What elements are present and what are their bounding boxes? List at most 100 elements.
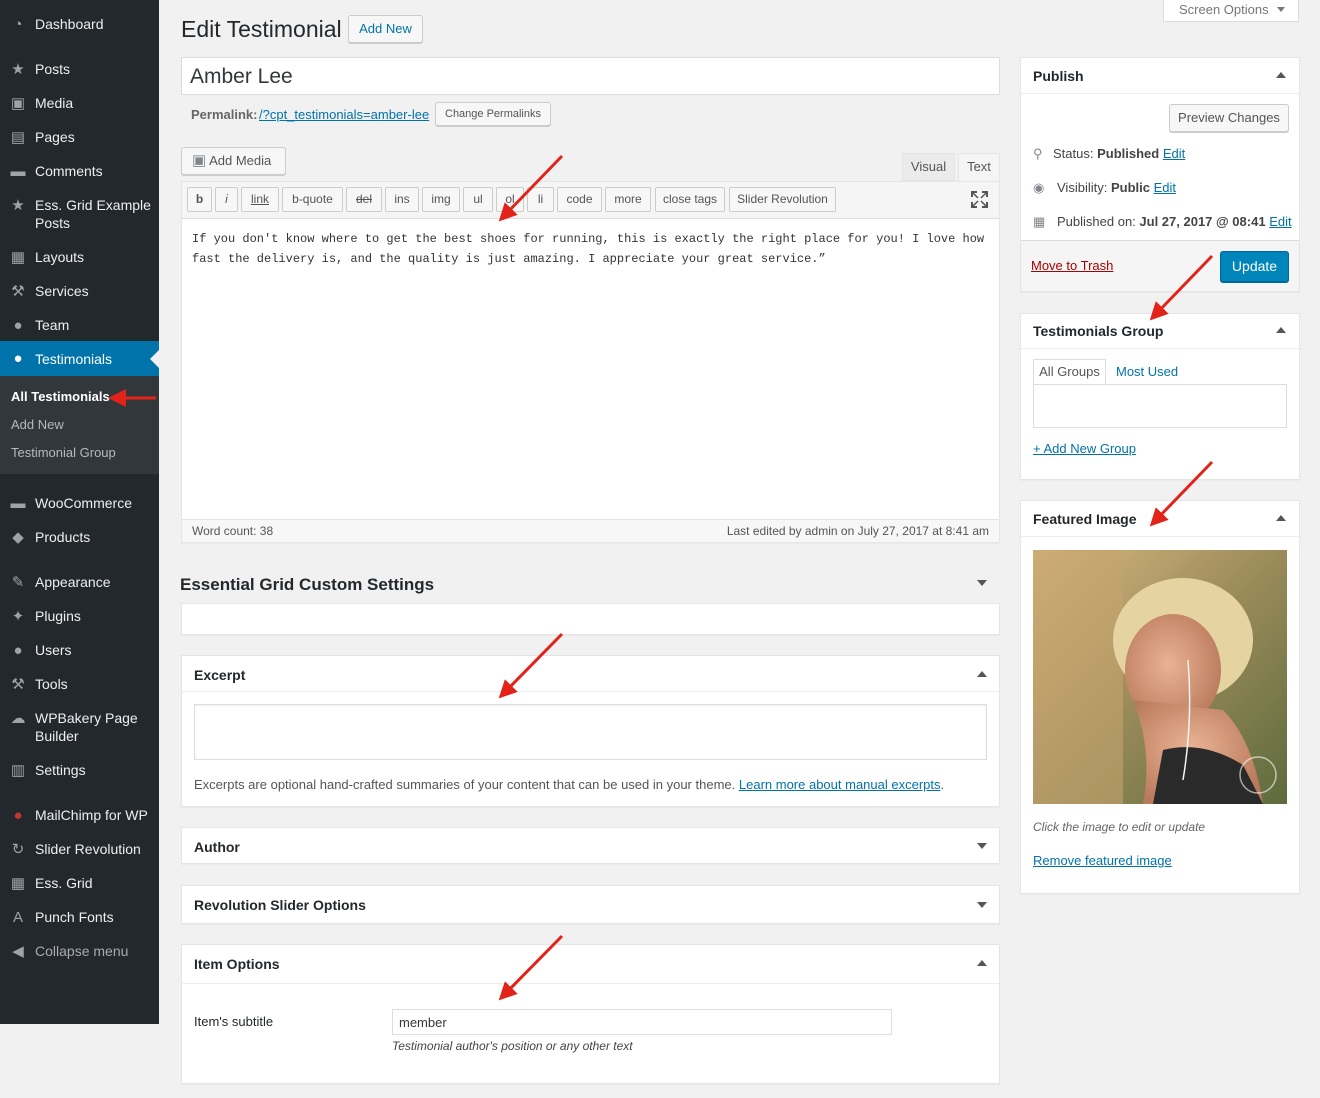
item-subtitle-input[interactable]: member <box>392 1009 892 1035</box>
menu-testimonials[interactable]: ● Testimonials <box>0 341 159 376</box>
add-new-button[interactable]: Add New <box>348 15 423 43</box>
box-icon: ◆ <box>12 529 24 546</box>
qt-ins-button[interactable]: ins <box>385 187 419 212</box>
excerpt-textarea[interactable] <box>194 704 987 760</box>
menu-tools[interactable]: ⚒ Tools <box>0 675 159 695</box>
page-title: Edit Testimonial <box>181 16 342 42</box>
menu-ess-grid-example-posts[interactable]: ★ Ess. Grid Example Posts <box>0 196 159 236</box>
menu-posts[interactable]: ★ Posts <box>0 60 159 80</box>
qt-close-tags-button[interactable]: close tags <box>655 187 725 212</box>
revolution-slider-title: Revolution Slider Options <box>194 897 366 913</box>
divider <box>1021 536 1299 537</box>
qt-bold-button[interactable]: b <box>187 187 212 212</box>
menu-team[interactable]: ● Team <box>0 316 159 336</box>
tab-most-used[interactable]: Most Used <box>1116 364 1178 379</box>
permalink-link[interactable]: /?cpt_testimonials=amber-lee <box>259 107 429 122</box>
calendar-icon: ▦ <box>1033 214 1046 229</box>
menu-label: Plugins <box>35 608 81 624</box>
menu-slider-revolution[interactable]: ↻ Slider Revolution <box>0 840 159 860</box>
menu-label: Settings <box>35 762 86 778</box>
qt-link-button[interactable]: link <box>241 187 279 212</box>
menu-ess-grid[interactable]: ▦ Ess. Grid <box>0 874 159 894</box>
wrench-icon: ⚒ <box>11 676 25 693</box>
screen-options-button[interactable]: Screen Options <box>1163 0 1299 22</box>
divider <box>1021 93 1299 94</box>
preview-changes-button[interactable]: Preview Changes <box>1169 104 1289 132</box>
author-title: Author <box>194 839 240 855</box>
menu-wpbakery[interactable]: ☁ WPBakery Page Builder <box>0 709 159 749</box>
status-row: ⚲ Status: Published Edit <box>1033 146 1185 162</box>
move-to-trash-link[interactable]: Move to Trash <box>1031 258 1113 273</box>
fullscreen-icon[interactable] <box>971 191 988 208</box>
group-checklist[interactable] <box>1033 384 1287 428</box>
toggle-arrow-icon[interactable] <box>1276 327 1286 333</box>
add-media-button[interactable]: ▣ Add Media <box>181 147 286 175</box>
word-count: Word count: 38 <box>192 524 274 538</box>
add-media-label: Add Media <box>209 153 272 168</box>
toggle-arrow-icon[interactable] <box>977 902 987 908</box>
excerpt-learn-more-link[interactable]: Learn more about manual excerpts <box>739 777 941 792</box>
submenu-all-testimonials[interactable]: All Testimonials <box>11 389 110 404</box>
toggle-arrow-icon[interactable] <box>1276 515 1286 521</box>
qt-img-button[interactable]: img <box>422 187 460 212</box>
qt-ol-button[interactable]: ol <box>496 187 524 212</box>
add-new-group-link[interactable]: + Add New Group <box>1033 441 1136 456</box>
menu-media[interactable]: ▣ Media <box>0 94 159 114</box>
menu-users[interactable]: ● Users <box>0 641 159 661</box>
tab-all-groups[interactable]: All Groups <box>1033 359 1106 385</box>
update-button[interactable]: Update <box>1220 251 1289 282</box>
menu-appearance[interactable]: ✎ Appearance <box>0 573 159 593</box>
menu-layouts[interactable]: ▦ Layouts <box>0 248 159 268</box>
qt-li-button[interactable]: li <box>527 187 554 212</box>
change-permalinks-button[interactable]: Change Permalinks <box>435 102 551 126</box>
keyboard-icon: ▦ <box>10 249 26 266</box>
content-textarea[interactable]: If you don't know where to get the best … <box>192 229 990 269</box>
item-subtitle-value: member <box>399 1015 447 1030</box>
toggle-arrow-icon[interactable] <box>977 671 987 677</box>
qt-del-button[interactable]: del <box>346 187 382 212</box>
tab-text[interactable]: Text <box>958 153 1000 182</box>
published-edit-link[interactable]: Edit <box>1269 214 1291 229</box>
plug-icon: ✦ <box>11 608 25 625</box>
menu-comments[interactable]: ▬ Comments <box>0 162 159 182</box>
menu-label: Collapse menu <box>35 943 129 959</box>
menu-woocommerce[interactable]: ▬ WooCommerce <box>0 494 159 514</box>
qt-more-button[interactable]: more <box>605 187 651 212</box>
pushpin-icon: ★ <box>11 61 25 78</box>
visibility-edit-link[interactable]: Edit <box>1154 180 1176 195</box>
toggle-arrow-icon[interactable] <box>1276 72 1286 78</box>
qt-bquote-button[interactable]: b-quote <box>282 187 343 212</box>
submenu-add-new[interactable]: Add New <box>11 417 64 432</box>
toggle-arrow-icon[interactable] <box>977 960 987 966</box>
qt-slider-revolution-button[interactable]: Slider Revolution <box>729 187 836 212</box>
qt-ul-button[interactable]: ul <box>463 187 493 212</box>
menu-collapse[interactable]: ◀ Collapse menu <box>0 942 159 962</box>
menu-label: Comments <box>35 163 103 179</box>
qt-italic-button[interactable]: i <box>215 187 238 212</box>
submenu-testimonial-group[interactable]: Testimonial Group <box>11 445 116 460</box>
toggle-arrow-icon[interactable] <box>977 580 987 586</box>
author-box[interactable] <box>181 827 1000 864</box>
menu-label: Services <box>35 283 89 299</box>
qt-code-button[interactable]: code <box>557 187 602 212</box>
permalink-label: Permalink: <box>191 107 258 122</box>
menu-settings[interactable]: ▥ Settings <box>0 761 159 781</box>
status-edit-link[interactable]: Edit <box>1163 146 1185 161</box>
menu-products[interactable]: ◆ Products <box>0 528 159 548</box>
published-row: ▦ Published on: Jul 27, 2017 @ 08:41 Edit <box>1033 214 1292 230</box>
post-title-text: Amber Lee <box>190 65 293 88</box>
menu-plugins[interactable]: ✦ Plugins <box>0 607 159 627</box>
post-title-input[interactable]: Amber Lee <box>181 57 1000 95</box>
featured-image[interactable] <box>1033 550 1287 804</box>
toggle-arrow-icon[interactable] <box>977 843 987 849</box>
last-edited: Last edited by admin on July 27, 2017 at… <box>726 524 989 538</box>
menu-mailchimp[interactable]: ● MailChimp for WP <box>0 806 159 826</box>
menu-pages[interactable]: ▤ Pages <box>0 128 159 148</box>
tab-visual[interactable]: Visual <box>902 153 955 181</box>
menu-punch-fonts[interactable]: A Punch Fonts <box>0 908 159 928</box>
menu-dashboard[interactable]: ◔ Dashboard <box>0 15 159 35</box>
item-options-title: Item Options <box>194 956 280 972</box>
menu-services[interactable]: ⚒ Services <box>0 282 159 302</box>
remove-featured-image-link[interactable]: Remove featured image <box>1033 853 1172 868</box>
wrench-icon: ⚒ <box>11 283 25 300</box>
